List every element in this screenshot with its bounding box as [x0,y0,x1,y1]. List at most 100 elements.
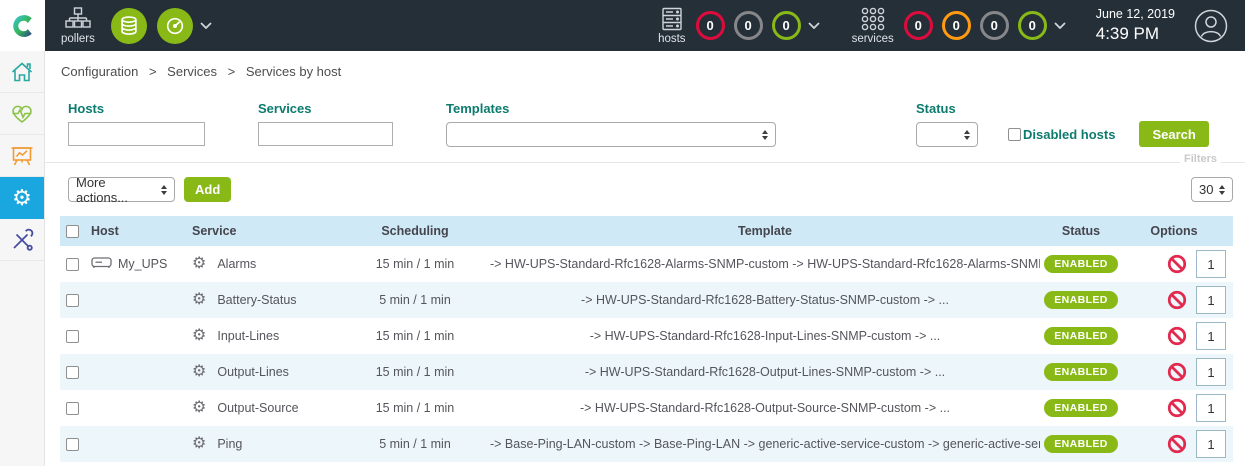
service-gear-icon[interactable]: ⚙ [192,292,206,308]
service-name[interactable]: Output-Lines [217,365,289,379]
service-name[interactable]: Battery-Status [217,293,296,307]
breadcrumb-services-by-host[interactable]: Services by host [246,64,341,79]
disable-icon[interactable] [1167,398,1187,418]
service-name[interactable]: Input-Lines [217,329,279,343]
centreon-c-icon [9,12,37,40]
service-name[interactable]: Alarms [217,257,256,271]
table-row: ⚙ Output-Source 15 min / 1 min -> HW-UPS… [60,390,1233,426]
status-filter-label: Status [916,101,978,116]
header-host[interactable]: Host [88,224,190,238]
sidebar-item-reporting[interactable] [0,135,44,177]
sidebar-item-administration[interactable] [0,219,44,261]
row-checkbox[interactable] [66,330,79,343]
services-chevron-icon[interactable] [1054,22,1066,29]
service-name[interactable]: Ping [217,437,242,451]
add-button[interactable]: Add [184,177,231,202]
table-row: ⚙ Battery-Status 5 min / 1 min -> HW-UPS… [60,282,1233,318]
service-gear-icon[interactable]: ⚙ [192,364,206,380]
template-chain: -> HW-UPS-Standard-Rfc1628-Output-Source… [490,401,1040,415]
disabled-hosts-label[interactable]: Disabled hosts [1023,127,1115,142]
disable-icon[interactable] [1167,254,1187,274]
services-label: services [852,33,894,45]
select-all-checkbox[interactable] [66,225,79,238]
poller-status-chevron-icon[interactable] [200,22,212,29]
breadcrumb-services[interactable]: Services [167,64,217,79]
disable-icon[interactable] [1167,362,1187,382]
header-service[interactable]: Service [190,224,340,238]
duplicate-count-input[interactable] [1196,286,1226,314]
status-badge: ENABLED [1044,435,1118,453]
services-menu[interactable]: services [852,7,894,45]
duplicate-count-input[interactable] [1196,322,1226,350]
row-checkbox[interactable] [66,366,79,379]
status-count-badge[interactable]: 0 [904,11,933,40]
duplicate-count-input[interactable] [1196,250,1226,278]
hosts-chevron-icon[interactable] [808,22,820,29]
database-status-button[interactable] [111,8,147,44]
breadcrumb-separator: > [228,64,236,79]
centreon-logo[interactable] [0,0,45,51]
hosts-icon [660,7,684,31]
service-gear-icon[interactable]: ⚙ [192,400,206,416]
status-count-badge[interactable]: 0 [734,11,763,40]
services-icon [860,7,886,31]
hosts-menu[interactable]: hosts [658,7,686,45]
disable-icon[interactable] [1167,290,1187,310]
more-actions-select[interactable]: More actions... [68,177,175,202]
select-arrows-icon [1213,185,1225,195]
pollers-menu[interactable]: pollers [61,7,95,45]
header-template[interactable]: Template [490,224,1040,238]
row-checkbox[interactable] [66,438,79,451]
row-checkbox[interactable] [66,402,79,415]
breadcrumb-configuration[interactable]: Configuration [61,64,138,79]
table-row: ⚙ Output-Lines 15 min / 1 min -> HW-UPS-… [60,354,1233,390]
user-menu[interactable] [1193,8,1229,44]
service-gear-icon[interactable]: ⚙ [192,328,206,344]
header-status[interactable]: Status [1040,224,1122,238]
current-time: 4:39 PM [1096,23,1175,44]
home-icon [10,60,34,84]
select-arrows-icon [958,130,970,140]
sidebar-item-monitoring[interactable] [0,93,44,135]
row-checkbox[interactable] [66,294,79,307]
status-count-badge[interactable]: 0 [696,11,725,40]
status-count-badge[interactable]: 0 [1018,11,1047,40]
status-count-badge[interactable]: 0 [942,11,971,40]
latency-status-button[interactable] [157,8,193,44]
services-filter-label: Services [258,101,393,116]
row-checkbox[interactable] [66,258,79,271]
service-name[interactable]: Output-Source [217,401,298,415]
duplicate-count-input[interactable] [1196,430,1226,458]
select-arrows-icon [155,185,167,195]
scheduling-value: 5 min / 1 min [340,437,490,451]
service-gear-icon[interactable]: ⚙ [192,256,206,272]
status-count-badge[interactable]: 0 [980,11,1009,40]
templates-select[interactable] [446,122,776,147]
more-actions-value: More actions... [76,175,155,205]
template-chain: -> HW-UPS-Standard-Rfc1628-Input-Lines-S… [490,329,1040,343]
gauge-icon [164,15,186,37]
status-select[interactable] [916,122,978,147]
breadcrumb: Configuration > Services > Services by h… [45,51,1245,90]
page-size-select[interactable]: 30 [1191,177,1233,202]
status-count-badge[interactable]: 0 [772,11,801,40]
disabled-hosts-checkbox[interactable] [1008,128,1021,141]
pollers-label: pollers [61,33,95,45]
header-scheduling[interactable]: Scheduling [340,224,490,238]
services-filter-input[interactable] [258,122,393,146]
sidebar-item-configuration[interactable]: ⚙ [0,177,44,219]
service-gear-icon[interactable]: ⚙ [192,436,206,452]
hosts-filter-input[interactable] [68,122,205,146]
duplicate-count-input[interactable] [1196,358,1226,386]
status-badge: ENABLED [1044,363,1118,381]
disable-icon[interactable] [1167,326,1187,346]
header-options: Options [1122,224,1233,238]
disable-icon[interactable] [1167,434,1187,454]
table-body: My_UPS ⚙ Alarms 15 min / 1 min -> HW-UPS… [60,246,1233,462]
duplicate-count-input[interactable] [1196,394,1226,422]
templates-filter-label: Templates [446,101,776,116]
sidebar-item-home[interactable] [0,51,44,93]
search-button[interactable]: Search [1139,121,1208,147]
host-name[interactable]: My_UPS [118,257,167,271]
chart-board-icon [10,144,34,168]
